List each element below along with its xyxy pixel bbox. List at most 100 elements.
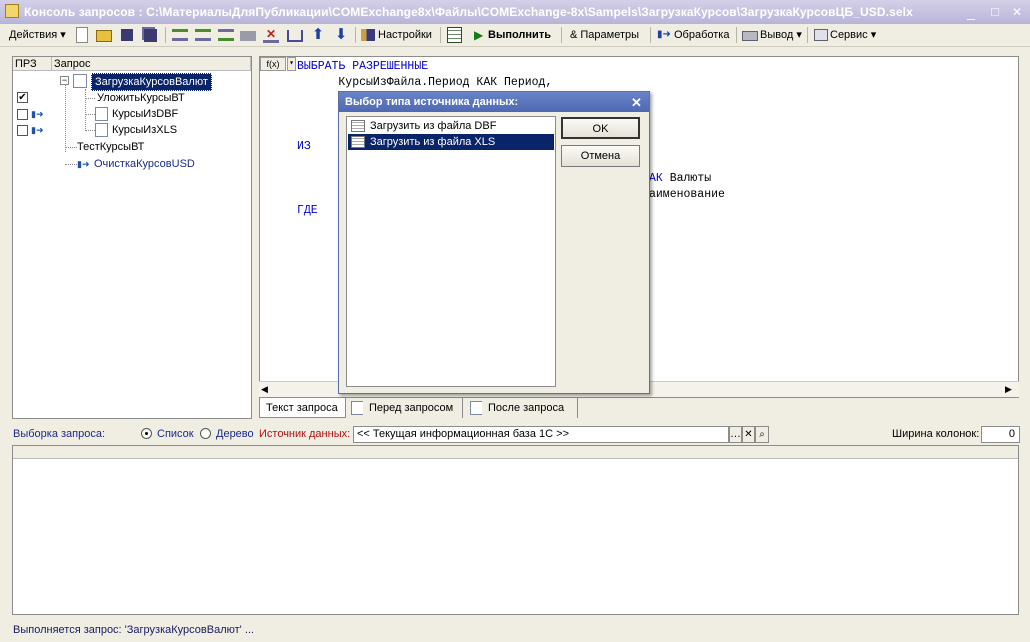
radio-list-label[interactable]: Список <box>157 428 194 440</box>
source-value: << Текущая информационная база 1С >> <box>357 428 569 440</box>
function-button[interactable]: f(x) <box>260 57 286 71</box>
query-icon <box>95 123 108 137</box>
status-text: Выполняется запрос: 'ЗагрузкаКурсовВалют… <box>13 624 254 636</box>
code-keyword: ИЗ <box>297 140 311 153</box>
tree-item[interactable]: КурсыИзXLS <box>112 122 177 138</box>
grid-header <box>13 446 1018 459</box>
service-icon <box>814 29 828 41</box>
list-item-label: Загрузить из файла DBF <box>370 120 497 132</box>
radio-list[interactable] <box>141 428 152 439</box>
run-button[interactable]: Выполнить <box>488 27 551 43</box>
processing-button[interactable]: Обработка <box>674 27 729 43</box>
separator <box>355 27 356 43</box>
tab-query-text[interactable]: Текст запроса <box>259 398 346 418</box>
separator <box>736 27 737 43</box>
tree-connector <box>85 89 87 131</box>
checkbox[interactable] <box>17 109 28 120</box>
tree-item-root[interactable]: ЗагрузкаКурсовВалют <box>91 73 212 91</box>
radio-tree-label[interactable]: Дерево <box>216 428 254 440</box>
table-file-icon <box>351 120 365 132</box>
chevron-down-icon[interactable]: ▾ <box>287 57 296 71</box>
scroll-right-icon[interactable]: ▶ <box>1005 384 1012 395</box>
tree-item[interactable]: КурсыИзDBF <box>112 106 178 122</box>
parameters-button[interactable]: & Параметры <box>570 27 639 43</box>
query-icon <box>95 107 108 121</box>
separator <box>650 27 651 43</box>
move-down-icon[interactable]: ⬇ <box>333 27 349 43</box>
code-fragment: АК Валюты <box>649 171 711 187</box>
clear-icon[interactable]: ✕ <box>742 426 755 443</box>
column-header-query[interactable]: Запрос <box>52 57 251 71</box>
column-header-prz[interactable]: ПРЗ <box>13 57 52 71</box>
query-link-icon: ▮➜ <box>31 109 44 119</box>
list-item-label: Загрузить из файла XLS <box>370 136 496 148</box>
copy-query-icon[interactable] <box>218 29 234 41</box>
search-icon[interactable]: ⌕ <box>755 426 769 443</box>
source-label: Источник данных: <box>259 428 351 440</box>
window-title: Консоль запросов : C:\МатериалыДляПублик… <box>24 5 913 19</box>
select-button[interactable]: … <box>729 426 742 443</box>
query-tree-panel[interactable]: ПРЗ Запрос ✔ ▮➜ ▮➜ − ЗагрузкаКурсовВалют… <box>12 56 252 419</box>
toolbar: Действия ▾ ✕ ⬆ ⬇ Настройки ▶ Выполнить &… <box>0 24 1030 47</box>
tree-connector <box>65 80 67 152</box>
dialog-close-icon[interactable]: ✕ <box>631 95 642 111</box>
printer-icon <box>742 31 758 41</box>
new-file-icon[interactable] <box>76 27 88 43</box>
settings-button[interactable]: Настройки <box>378 27 432 43</box>
code-text: КурсыИзФайла.Период КАК Период, <box>297 76 553 89</box>
add-query-icon[interactable] <box>172 29 188 41</box>
ok-button[interactable]: OK <box>561 117 640 139</box>
app-icon <box>5 4 19 18</box>
actions-menu[interactable]: Действия ▾ <box>9 27 66 43</box>
scroll-left-icon[interactable]: ◀ <box>261 384 268 395</box>
tree-connector <box>65 164 77 165</box>
cancel-button[interactable]: Отмена <box>561 145 640 167</box>
output-menu[interactable]: Вывод ▾ <box>760 27 802 43</box>
tab-after-query[interactable]: После запроса <box>482 398 578 418</box>
code-text: Валюты <box>662 172 712 185</box>
separator <box>165 27 166 43</box>
checkbox-checked[interactable]: ✔ <box>17 92 28 103</box>
tree-item[interactable]: ТестКурсыВТ <box>77 139 144 155</box>
minimize-button[interactable]: _ <box>962 4 980 20</box>
source-type-list[interactable]: Загрузить из файла DBF Загрузить из файл… <box>346 116 556 387</box>
collapse-toggle[interactable]: − <box>60 76 69 85</box>
code-line: ВЫБРАТЬ РАЗРЕШЕННЫЕ <box>297 59 552 75</box>
table-icon[interactable] <box>447 27 462 43</box>
code-keyword: АК <box>649 172 663 185</box>
tree-item[interactable]: ОчисткаКурсовUSD <box>94 156 195 172</box>
play-icon: ▶ <box>474 28 484 42</box>
result-grid[interactable] <box>12 445 1019 615</box>
save-icon[interactable] <box>121 29 133 41</box>
delete-query-icon[interactable]: ✕ <box>263 27 279 43</box>
radio-tree[interactable] <box>200 428 211 439</box>
list-item-dbf[interactable]: Загрузить из файла DBF <box>348 118 554 134</box>
column-width-field[interactable]: 0 <box>981 426 1020 443</box>
open-folder-icon[interactable] <box>96 30 112 42</box>
code-fragment: аименование <box>649 188 725 201</box>
checkbox[interactable] <box>17 125 28 136</box>
source-field[interactable]: << Текущая информационная база 1С >> <box>353 426 729 443</box>
code-keyword: ВЫБРАТЬ РАЗРЕШЕННЫЕ <box>297 60 429 73</box>
move-up-icon[interactable]: ⬆ <box>310 27 326 43</box>
tree-item[interactable]: УложитьКурсыВТ <box>97 90 185 106</box>
separator <box>561 27 562 43</box>
service-menu[interactable]: Сервис ▾ <box>830 27 876 43</box>
processing-icon: ▮➜ <box>657 29 671 40</box>
query-icon <box>73 74 87 88</box>
tree-connector <box>65 147 77 148</box>
move-icon[interactable] <box>240 31 256 41</box>
tree-connector <box>85 130 95 131</box>
add-subquery-icon[interactable] <box>195 29 211 41</box>
code-keyword: ГДЕ <box>297 204 318 217</box>
separator <box>440 27 441 43</box>
rename-icon[interactable] <box>287 30 303 42</box>
tree-connector <box>85 98 95 99</box>
list-item-xls[interactable]: Загрузить из файла XLS <box>348 134 554 150</box>
tab-before-query[interactable]: Перед запросом <box>363 398 463 418</box>
maximize-button[interactable]: □ <box>986 4 1004 20</box>
data-source-dialog[interactable]: Выбор типа источника данных: ✕ Загрузить… <box>338 91 650 394</box>
save-all-icon[interactable] <box>144 29 157 42</box>
close-button[interactable]: ✕ <box>1008 4 1026 20</box>
tree-connector <box>85 114 95 115</box>
